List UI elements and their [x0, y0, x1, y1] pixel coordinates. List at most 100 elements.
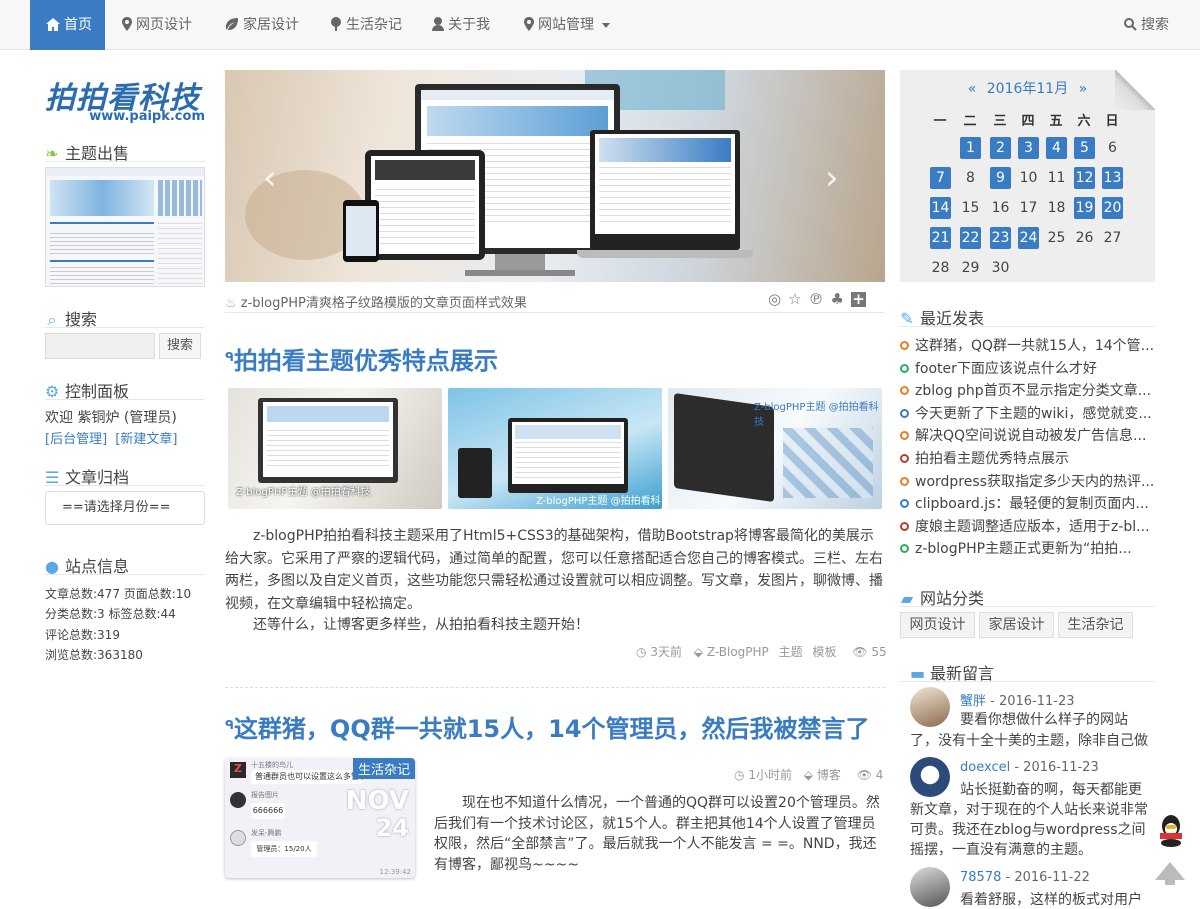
recent-post-link[interactable]: 度娘主题调整适应版本，适用于z-bl...	[900, 516, 1155, 536]
article-meta: ◷ 3天前 ⬙ Z-BlogPHP 主题 模板 👁 55	[636, 645, 887, 659]
calendar-day[interactable]: 9	[990, 167, 1011, 189]
calendar-title[interactable]: 2016年11月	[987, 81, 1068, 97]
calendar-day: 10	[1019, 170, 1038, 186]
calendar-day: 28	[931, 260, 950, 276]
recent-post-link[interactable]: clipboard.js：最轻便的复制页面内...	[900, 493, 1155, 513]
hero-slider[interactable]: ‹ ›	[225, 70, 885, 282]
recent-post-link[interactable]: zblog php首页不显示指定分类文章...	[900, 380, 1155, 400]
eye-icon: 👁	[856, 768, 872, 782]
category-button[interactable]: 网页设计	[900, 612, 975, 638]
recent-post-link[interactable]: 这群猪，QQ群一共就15人，14个管...	[900, 335, 1155, 355]
calendar-day[interactable]: 21	[930, 227, 951, 249]
calendar-day[interactable]: 2	[990, 137, 1011, 159]
article-thumbnail[interactable]: Z-blogPHP主题 @拍拍看科技	[448, 388, 662, 509]
search-button[interactable]: 搜索	[159, 333, 201, 359]
recent-post-title: 这群猪，QQ群一共就15人，14个管...	[915, 338, 1155, 354]
calendar-weekday: 六	[1077, 114, 1091, 129]
theme-preview-image[interactable]	[45, 167, 205, 287]
recent-post-link[interactable]: 今天更新了下主题的wiki，感觉就变...	[900, 403, 1155, 423]
recent-post-title: 度娘主题调整适应版本，适用于z-bl...	[915, 518, 1150, 535]
calendar-day[interactable]: 24	[1018, 227, 1039, 249]
slider-next-arrow[interactable]: ›	[825, 158, 839, 198]
weibo-icon[interactable]: ◎	[768, 290, 788, 308]
recent-post-link[interactable]: wordpress获取指定多少天内的热评...	[900, 471, 1155, 491]
pin-icon: ᑫ	[225, 718, 234, 732]
article-thumbnail[interactable]: Z 十五楼的鸟儿 普通群员也可以设置这么多管理员 报告图片 666666 发呆-…	[225, 758, 415, 878]
category-button[interactable]: 生活杂记	[1058, 612, 1133, 638]
calendar-day[interactable]: 4	[1046, 137, 1067, 159]
admin-link[interactable]: [后台管理]	[45, 432, 107, 447]
search-input[interactable]	[45, 333, 155, 359]
recent-post-title: zblog php首页不显示指定分类文章...	[915, 383, 1152, 400]
recent-post-link[interactable]: z-blogPHP主题正式更新为“拍拍...	[900, 538, 1155, 558]
tag-icon: ⬙	[803, 768, 814, 782]
recent-post-link[interactable]: 拍拍看主题优秀特点展示	[900, 448, 1155, 468]
pinterest-icon[interactable]: ℗	[809, 290, 831, 308]
calendar-prev[interactable]: «	[968, 81, 977, 97]
calendar-day[interactable]: 22	[960, 227, 981, 249]
qzone-icon[interactable]: ☆	[788, 290, 808, 308]
archive-select[interactable]: ==请选择月份==	[45, 491, 205, 525]
calendar-weekday: 三	[993, 114, 1007, 129]
comment-author[interactable]: doexcel	[960, 760, 1010, 775]
tag-link[interactable]: Z-BlogPHP	[707, 645, 769, 659]
nav-web-design[interactable]: 网页设计	[122, 0, 192, 50]
category-badge[interactable]: 生活杂记	[352, 758, 415, 779]
comment-author[interactable]: 78578	[960, 870, 1001, 885]
comment-author[interactable]: 蟹胖	[960, 694, 986, 709]
plus-icon[interactable]: +	[851, 292, 866, 307]
nav-home[interactable]: 首页	[30, 0, 105, 50]
calendar-day[interactable]: 3	[1018, 137, 1039, 159]
nav-life-notes[interactable]: 生活杂记	[330, 0, 402, 50]
calendar-day[interactable]: 13	[1102, 167, 1123, 189]
slider-caption: ♨ z-blogPHP清爽格子纹路模版的文章页面样式效果	[225, 292, 527, 311]
comment-text: 摇摆，一直没有满意的主题。	[910, 842, 1092, 858]
calendar-day[interactable]: 1	[960, 137, 981, 159]
category-button[interactable]: 家居设计	[979, 612, 1054, 638]
site-logo[interactable]: 拍拍看科技 www.paipk.com	[45, 73, 205, 128]
comment-header: doexcel - 2016-11-23	[960, 760, 1099, 775]
tag-link[interactable]: 主题	[779, 645, 803, 659]
comment-header: 蟹胖 - 2016-11-23	[960, 690, 1075, 709]
nav-search[interactable]: 搜索	[1124, 0, 1169, 50]
avatar[interactable]	[910, 757, 950, 797]
article-thumbnail[interactable]: Z-blogPHP主题 @拍拍看科技	[228, 388, 442, 509]
qq-penguin-icon[interactable]	[1157, 815, 1185, 847]
comment-text: 了，没有十全十美的主题，除非自己做	[910, 733, 1148, 749]
bullet-icon	[900, 431, 909, 441]
slider-prev-arrow[interactable]: ‹	[263, 158, 277, 198]
article-title-link[interactable]: ᑫ这群猪，QQ群一共就15人，14个管理员，然后我被禁言了	[225, 709, 870, 744]
back-to-top-icon[interactable]	[1155, 862, 1185, 880]
bullet-icon	[900, 476, 909, 486]
baidu-icon[interactable]: ♣	[831, 290, 851, 308]
nav-home-design[interactable]: 家居设计	[225, 0, 299, 50]
calendar-day[interactable]: 14	[930, 197, 951, 219]
slider-caption-text: z-blogPHP清爽格子纹路模版的文章页面样式效果	[240, 296, 527, 311]
recent-post-title: z-blogPHP主题正式更新为“拍拍...	[915, 541, 1132, 558]
calendar-day[interactable]: 5	[1074, 137, 1095, 159]
clock-icon: ◷	[734, 768, 745, 782]
avatar[interactable]	[910, 867, 950, 907]
calendar-day[interactable]: 20	[1102, 197, 1123, 219]
calendar-day[interactable]: 19	[1074, 197, 1095, 219]
calendar-day[interactable]: 12	[1074, 167, 1095, 189]
tag-link[interactable]: 博客	[817, 768, 841, 782]
nav-about-me[interactable]: 关于我	[432, 0, 490, 50]
avatar[interactable]	[910, 687, 950, 727]
calendar-day: 11	[1047, 170, 1066, 186]
recent-post-link[interactable]: 解决QQ空间说说自动被发广告信息...	[900, 425, 1155, 445]
recent-post-title: wordpress获取指定多少天内的热评...	[915, 473, 1155, 490]
calendar-next[interactable]: »	[1079, 81, 1088, 97]
calendar-day: 17	[1019, 200, 1038, 216]
stats-line: 浏览总数:363180	[45, 648, 143, 662]
calendar-day: 8	[966, 170, 975, 186]
new-post-link[interactable]: [新建文章]	[115, 432, 177, 447]
recent-post-link[interactable]: footer下面应该说点什么才好	[900, 358, 1155, 378]
calendar-day[interactable]: 23	[990, 227, 1011, 249]
article-title-link[interactable]: ᑫ拍拍看主题优秀特点展示	[225, 341, 498, 376]
article-thumbnail[interactable]: Z-blogPHP主题 @拍拍看科技	[668, 388, 882, 509]
calendar-day[interactable]: 7	[930, 167, 951, 189]
calendar-day: 15	[961, 200, 980, 216]
tag-link[interactable]: 模板	[812, 645, 836, 659]
nav-site-admin[interactable]: 网站管理	[524, 0, 614, 50]
